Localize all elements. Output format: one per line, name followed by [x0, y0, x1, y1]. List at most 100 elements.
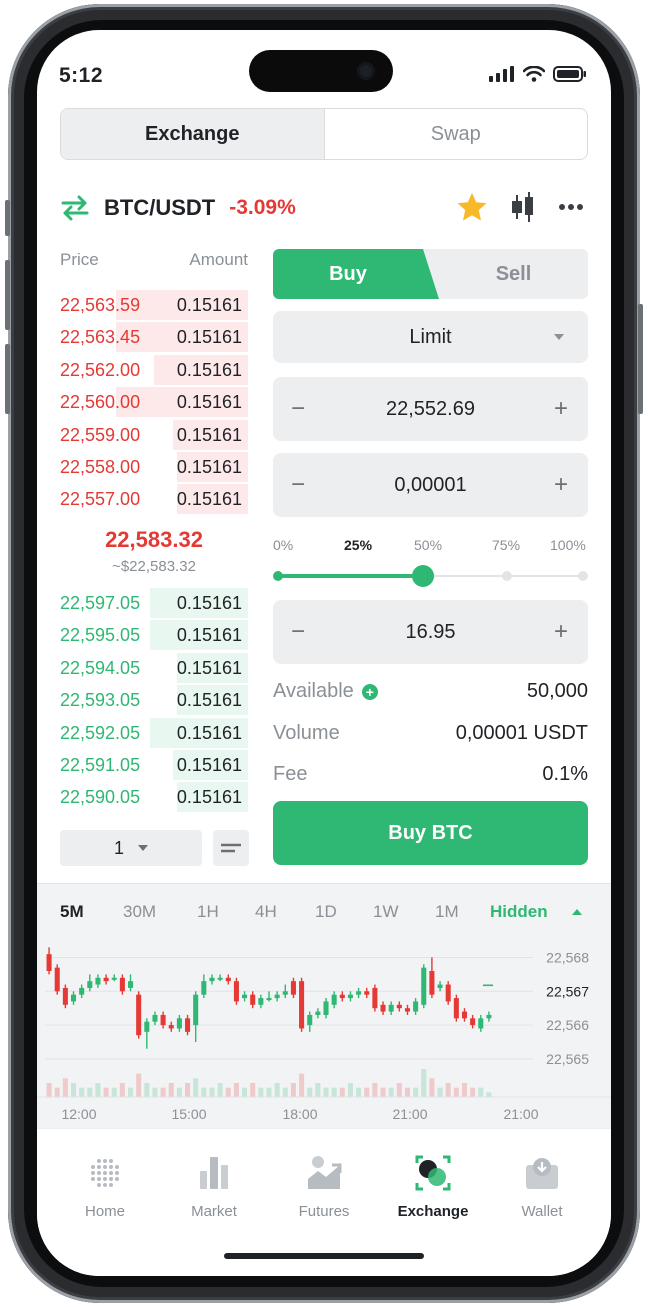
volume-bar — [95, 1083, 101, 1097]
candle-body — [364, 991, 370, 995]
candle-body — [258, 998, 264, 1005]
amount-header: Amount — [189, 250, 248, 269]
nav-label: Home — [84, 1203, 125, 1220]
candlestick-icon[interactable] — [510, 192, 536, 222]
nav-market[interactable]: Market — [159, 1153, 269, 1220]
status-time: 5:12 — [59, 64, 104, 87]
ask-row[interactable]: 22,563.45 0.15161 — [60, 322, 248, 353]
slider-tick[interactable] — [502, 571, 512, 581]
buy-btc-button[interactable]: Buy BTC — [273, 801, 588, 865]
ask-price: 22,563.45 — [60, 327, 141, 348]
minus-icon[interactable]: − — [291, 471, 305, 499]
slider-handle[interactable] — [412, 565, 434, 587]
sell-tab[interactable]: Sell — [439, 249, 588, 299]
order-type-select[interactable]: Limit — [273, 311, 588, 363]
candle-body — [185, 1018, 191, 1032]
ask-amount: 0.15161 — [176, 489, 242, 510]
volume-value: 0,00001 USDT — [455, 722, 588, 744]
plus-icon[interactable]: + — [554, 395, 568, 423]
candle-body — [119, 977, 125, 992]
volume-bar — [233, 1083, 239, 1097]
total-input[interactable]: 16.95 — [405, 621, 455, 644]
ask-amount: 0.15161 — [176, 457, 242, 477]
candle-body — [470, 1018, 476, 1026]
candle-body — [144, 1021, 150, 1032]
exchange-swap-toggle: Exchange Swap — [60, 108, 588, 160]
home-indicator — [224, 1253, 424, 1259]
volume-bar — [217, 1083, 223, 1097]
bid-row[interactable]: 22,594.05 0.15161 — [60, 652, 248, 683]
percent-label[interactable]: 75% — [492, 537, 520, 553]
slider-tick[interactable] — [578, 571, 588, 581]
candle-body — [429, 971, 435, 995]
volume-bar — [70, 1083, 77, 1097]
tab-exchange[interactable]: Exchange — [61, 109, 325, 159]
volume-bar — [347, 1083, 353, 1097]
depth-select[interactable]: 1 — [60, 830, 202, 866]
pair-name[interactable]: BTC/USDT — [104, 195, 215, 221]
bid-row[interactable]: 22,597.05 0.15161 — [60, 588, 248, 618]
ask-row[interactable]: 22,562.00 0.15161 — [60, 354, 248, 385]
ask-row[interactable]: 22,563.59 0.15161 — [60, 290, 248, 320]
candle-body — [380, 1004, 386, 1012]
bid-row[interactable]: 22,593.05 0.15161 — [60, 685, 248, 716]
candle-body — [209, 977, 215, 982]
volume-bar — [396, 1083, 402, 1097]
nav-futures[interactable]: Futures — [269, 1153, 379, 1220]
ask-row[interactable]: 22,560.00 0.15161 — [60, 387, 248, 418]
candle-body — [331, 994, 337, 1005]
swap-arrows-icon[interactable] — [60, 195, 90, 221]
star-icon[interactable] — [456, 192, 488, 222]
bid-row[interactable]: 22,592.05 0.15161 — [60, 717, 248, 748]
candle-body — [168, 1025, 174, 1029]
bid-row[interactable]: 22,591.05 0.15161 — [60, 750, 248, 780]
price-header: Price — [60, 250, 99, 269]
percent-label[interactable]: 0% — [273, 537, 293, 553]
bid-row[interactable]: 22,595.05 0.15161 — [60, 620, 248, 651]
pair-header: BTC/USDT -3.09% — [60, 190, 588, 226]
book-layout-button[interactable] — [213, 830, 249, 866]
minus-icon[interactable]: − — [291, 618, 305, 646]
volume-bar — [79, 1087, 85, 1097]
percent-label[interactable]: 25% — [344, 537, 372, 553]
buy-tab[interactable]: Buy — [273, 249, 439, 299]
bid-row[interactable]: 22,590.05 0.15161 — [60, 782, 248, 813]
volume-bar — [486, 1092, 492, 1097]
candle-body — [339, 994, 345, 999]
percent-label[interactable]: 50% — [414, 537, 442, 553]
bid-price: 22,590.05 — [60, 787, 141, 808]
wallet-icon — [526, 1158, 558, 1189]
tab-swap[interactable]: Swap — [325, 109, 588, 159]
plus-icon[interactable]: + — [554, 471, 568, 499]
bid-amount: 0.15161 — [176, 657, 242, 678]
slider-tick[interactable] — [273, 571, 283, 581]
nav-home[interactable]: Home — [50, 1153, 160, 1220]
candle-body — [46, 954, 52, 972]
percent-label[interactable]: 100% — [550, 537, 586, 553]
volume-bar — [201, 1087, 207, 1097]
nav-exchange[interactable]: Exchange — [378, 1153, 488, 1220]
minus-icon[interactable]: − — [291, 395, 305, 423]
x-tick-label: 15:00 — [171, 1106, 206, 1122]
more-icon[interactable] — [558, 203, 584, 211]
volume-bar — [266, 1087, 272, 1097]
price-input[interactable]: 22,552.69 — [386, 398, 475, 421]
fee-value: 0.1% — [542, 763, 588, 785]
nav-wallet[interactable]: Wallet — [487, 1153, 597, 1220]
volume-bar — [339, 1087, 345, 1097]
ask-amount: 0.15161 — [176, 327, 242, 348]
menu-lines-icon — [221, 843, 241, 853]
ask-row[interactable]: 22,559.00 0.15161 — [60, 419, 248, 450]
amount-input[interactable]: 0,00001 — [394, 474, 466, 497]
volume-bar — [111, 1087, 117, 1097]
ask-row[interactable]: 22,558.00 0.15161 — [60, 452, 248, 482]
candle-body — [103, 977, 109, 982]
candle-body — [201, 981, 207, 995]
percent-slider[interactable] — [273, 564, 588, 588]
bid-price: 22,593.05 — [60, 690, 141, 711]
pair-change: -3.09% — [229, 196, 296, 219]
add-funds-icon[interactable]: + — [361, 683, 378, 700]
plus-icon[interactable]: + — [554, 618, 568, 646]
ask-row[interactable]: 22,557.00 0.15161 — [60, 484, 248, 515]
candle-body — [356, 991, 362, 995]
